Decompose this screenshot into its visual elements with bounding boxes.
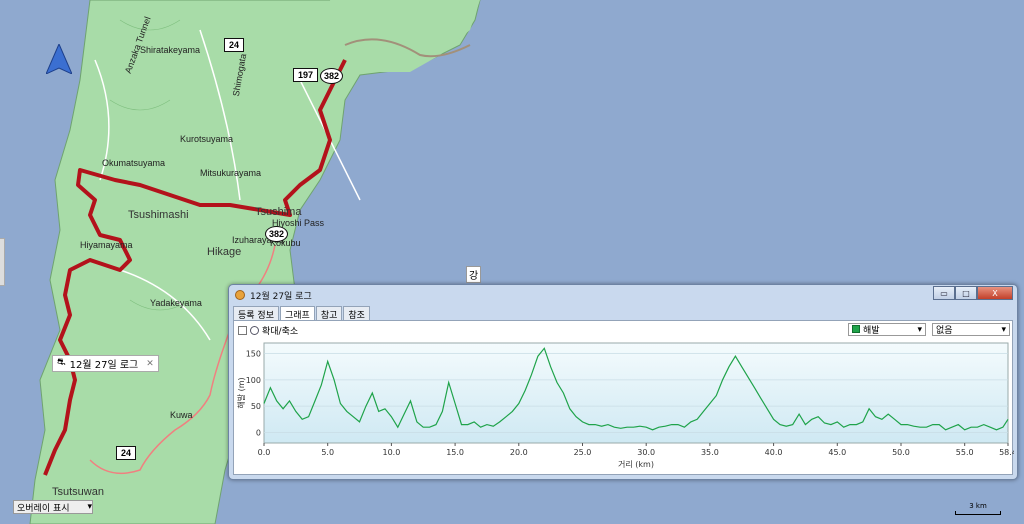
x-tick-label: 35.0 (701, 448, 719, 457)
x-tick-label: 30.0 (637, 448, 655, 457)
x-tick-label: 25.0 (574, 448, 592, 457)
maximize-button[interactable]: □ (955, 286, 977, 300)
chevron-down-icon: ▾ (917, 324, 922, 335)
track-log-window: 12월 27일 로그 ▭ □ X 등록 정보 그래프 참고 참조 확대/축소 해… (228, 284, 1018, 480)
close-icon[interactable]: ✕ (146, 359, 154, 369)
window-controls: ▭ □ X (933, 286, 1013, 300)
route-shield: 24 (224, 38, 245, 52)
x-tick-label: 58.4 (999, 448, 1014, 457)
x-tick-label: 20.0 (510, 448, 528, 457)
plot-area (263, 342, 1009, 444)
minimize-button[interactable]: ▭ (933, 286, 955, 300)
y-tick-label: 50 (251, 402, 261, 411)
north-arrow-icon (45, 42, 73, 78)
chevron-down-icon: ▾ (1001, 324, 1006, 335)
track-callout[interactable]: ⛐ 12월 27일 로그 ✕ (52, 355, 159, 372)
tab-references[interactable]: 참조 (343, 306, 370, 321)
route-shield: 197 (293, 68, 319, 82)
x-tick-label: 50.0 (892, 448, 910, 457)
overlay-select-label: 오버레이 표시 (17, 503, 70, 514)
x-tick-label: 40.0 (765, 448, 783, 457)
map-label: Tsutsuwan (52, 486, 104, 498)
tab-bar: 등록 정보 그래프 참고 참조 (233, 306, 370, 321)
x-tick-label: 10.0 (382, 448, 400, 457)
route-shield: 382 (265, 226, 289, 242)
x-tick-label: 5.0 (321, 448, 334, 457)
zoom-checkbox[interactable] (238, 325, 247, 335)
route-shield: 382 (320, 68, 344, 84)
chevron-down-icon: ▾ (87, 502, 92, 512)
callout-label: 12월 27일 로그 (69, 360, 139, 371)
x-tick-label: 55.0 (956, 448, 974, 457)
close-button[interactable]: X (977, 286, 1013, 300)
map-label: Hikage (207, 246, 242, 258)
map-label: Tsushima (255, 206, 302, 218)
track-icon: ⛐ (57, 357, 66, 368)
side-panel-handle[interactable] (0, 238, 5, 286)
map-label: Kuwa (170, 410, 193, 420)
scale-label: 3 km (969, 502, 987, 510)
map-label: Mitsukurayama (200, 168, 262, 178)
app-icon (235, 290, 245, 300)
y-axis-label: 해발 (m) (236, 377, 246, 408)
tab-graph[interactable]: 그래프 (279, 306, 315, 321)
scale-bar-line (955, 511, 1001, 515)
tab-notes[interactable]: 참고 (315, 306, 343, 321)
map-label: Yadakeyama (150, 298, 202, 308)
x-tick-label: 45.0 (828, 448, 846, 457)
y-tick-label: 150 (246, 350, 261, 359)
x-axis-label: 거리 (km) (618, 460, 654, 469)
x-tick-label: 0.0 (258, 448, 271, 457)
map-label: Kurotsuyama (180, 134, 234, 144)
elevation-chart[interactable]: 150 100 50 0 0.0 5.0 10.0 15.0 20.0 25.0 30.0 35.0 4… (234, 339, 1014, 476)
map-label: Hiyamayama (80, 240, 133, 250)
x-tick-label: 15.0 (446, 448, 464, 457)
window-title: 12월 27일 로그 (250, 291, 312, 302)
scale-bar: 3 km (955, 502, 1001, 515)
y-tick-label: 0 (256, 428, 261, 437)
route-shield: 24 (116, 446, 137, 460)
map-label: Okumatsuyama (102, 158, 166, 168)
y-tick-label: 100 (246, 376, 261, 385)
map-label: Tsushimashi (128, 209, 189, 221)
zoom-label: 확대/축소 (262, 326, 299, 337)
map-label: Shiratakeyama (140, 45, 201, 55)
overlay-select[interactable]: 오버레이 표시 ▾ (13, 500, 93, 514)
series-select-label: 해발 (863, 326, 880, 336)
map-marker-label[interactable]: 강 (466, 266, 482, 283)
tab-properties[interactable]: 등록 정보 (233, 306, 279, 321)
series-swatch (852, 325, 860, 333)
secondary-select[interactable]: 없음 ▾ (932, 323, 1010, 336)
magnifier-icon (250, 325, 259, 335)
secondary-select-label: 없음 (936, 326, 953, 336)
graph-panel: 확대/축소 해발 ▾ 없음 ▾ 150 100 50 0 0.0 5.0 10.0 15.0 2… (233, 320, 1014, 476)
series-select[interactable]: 해발 ▾ (848, 323, 926, 336)
window-titlebar[interactable]: 12월 27일 로그 (229, 285, 1017, 305)
